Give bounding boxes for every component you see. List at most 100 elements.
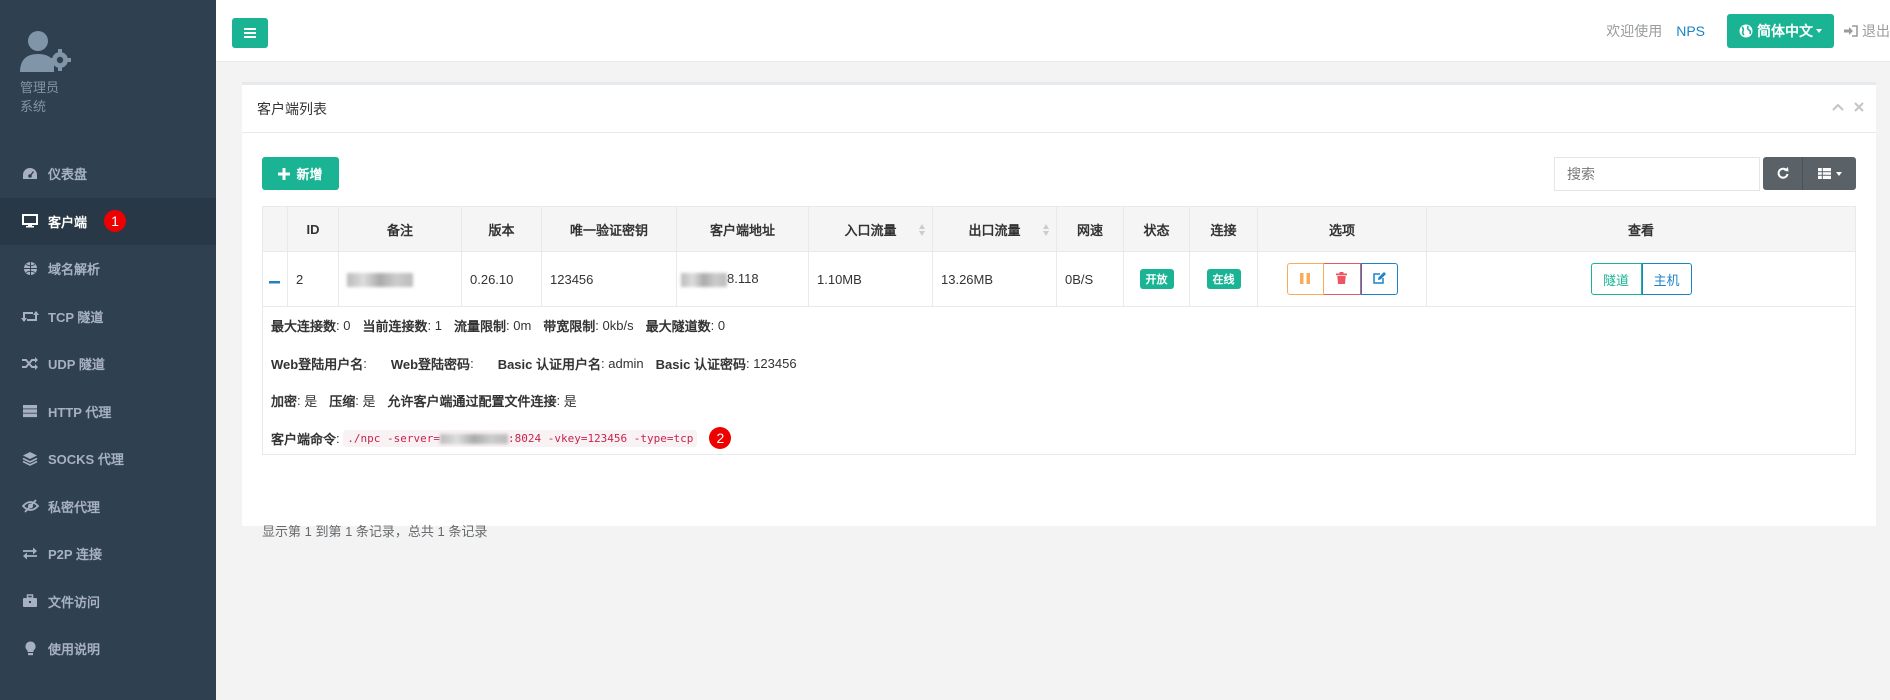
delete-button[interactable] xyxy=(1323,263,1361,295)
globe-icon xyxy=(20,259,40,279)
table-header[interactable]: 唯一验证密钥 xyxy=(541,206,677,252)
cell-out-flow: 13.26MB xyxy=(932,251,1057,307)
view-tunnel-button[interactable]: 隧道 xyxy=(1590,263,1642,295)
table-header-expand xyxy=(262,206,288,252)
client-list-panel: 客户端列表 新增 ID 备注 xyxy=(242,82,1876,539)
table-header-row: ID 备注 版本 唯一验证密钥 客户端地址 入口流量 出口流量 网速 状态 连接… xyxy=(262,206,1856,252)
trash-icon xyxy=(1336,271,1347,287)
sidebar-item-udp[interactable]: UDP 隧道 xyxy=(0,340,216,388)
sidebar-item-file[interactable]: 文件访问 xyxy=(0,578,216,626)
crypt-value: 是 xyxy=(304,394,318,410)
language-dropdown[interactable]: 简体中文 xyxy=(1727,14,1834,48)
table-header[interactable]: 备注 xyxy=(338,206,462,252)
topbar-right: 欢迎使用 NPS 简体中文 退出 xyxy=(1606,14,1890,48)
max-tunnel-value: 0 xyxy=(717,318,726,334)
cell-vkey: 123456 xyxy=(541,251,677,307)
sort-icon xyxy=(919,224,926,236)
pause-button[interactable] xyxy=(1286,263,1324,295)
edit-button[interactable] xyxy=(1360,263,1398,295)
close-icon[interactable] xyxy=(1854,99,1864,115)
redacted-remark xyxy=(347,272,413,287)
caret-down-icon xyxy=(1835,171,1842,176)
panel-header: 客户端列表 xyxy=(242,85,1876,133)
table-header-sortable[interactable]: 出口流量 xyxy=(932,206,1057,252)
rate-limit-value: 0kb/s xyxy=(602,318,634,334)
minus-icon[interactable] xyxy=(269,272,280,287)
edit-icon xyxy=(1372,271,1386,287)
pagination-info: 显示第 1 到第 1 条记录，总共 1 条记录 xyxy=(262,524,488,539)
max-tunnel-label: 最大隧道数 xyxy=(645,319,711,335)
add-client-button[interactable]: 新增 xyxy=(262,157,339,190)
client-command[interactable]: ./npc -server=:8024 -vkey=123456 -type=t… xyxy=(343,429,698,447)
detail-line-command: 客户端命令: ./npc -server=:8024 -vkey=123456 … xyxy=(271,420,1855,458)
cur-conn-label: 当前连接数 xyxy=(362,319,428,335)
view-group: 隧道 主机 xyxy=(1590,263,1692,295)
globe-icon xyxy=(1739,24,1753,38)
redacted-address xyxy=(681,272,727,287)
sidebar-item-socks[interactable]: SOCKS 代理 xyxy=(0,435,216,483)
sidebar-item-tcp[interactable]: TCP 隧道 xyxy=(0,293,216,341)
role-line1: 管理员 xyxy=(20,80,60,95)
sidebar-item-client[interactable]: 客户端 1 xyxy=(0,197,216,245)
cell-in-flow: 1.10MB xyxy=(808,251,933,307)
table-header[interactable]: 客户端地址 xyxy=(676,206,809,252)
table-header[interactable]: 版本 xyxy=(461,206,542,252)
panel-tools xyxy=(1832,99,1864,115)
sidebar-item-dashboard[interactable]: 仪表盘 xyxy=(0,150,216,198)
exchange-icon xyxy=(20,544,40,564)
table-header[interactable]: 状态 xyxy=(1123,206,1190,252)
columns-toggle-button[interactable] xyxy=(1803,157,1856,190)
cell-address: 8.118 xyxy=(676,251,809,307)
layers-icon xyxy=(20,449,40,469)
flow-limit-value: 0m xyxy=(513,318,532,334)
search-input[interactable] xyxy=(1554,157,1760,191)
cell-status: 开放 xyxy=(1123,251,1190,307)
basic-user-label: Basic 认证用户名 xyxy=(497,356,601,372)
sidebar: 管理员 系统 仪表盘 客户端 1 域名解析 TCP 隧道 UDP 隧道 HTTP… xyxy=(0,0,216,700)
flow-limit-label: 流量限制 xyxy=(453,319,506,335)
role-line2: 系统 xyxy=(20,99,47,114)
sidebar-item-help[interactable]: 使用说明 xyxy=(0,625,216,673)
sidebar-item-domain[interactable]: 域名解析 xyxy=(0,245,216,293)
user-settings-icon[interactable] xyxy=(20,30,74,74)
eye-slash-icon xyxy=(20,496,40,516)
table-header[interactable]: 选项 xyxy=(1257,206,1427,252)
refresh-button[interactable] xyxy=(1763,157,1803,190)
status-badge: 开放 xyxy=(1139,269,1174,289)
shuffle-icon xyxy=(20,354,40,374)
sidebar-item-label: 使用说明 xyxy=(48,642,101,658)
address-suffix: 8.118 xyxy=(727,271,759,287)
table-header[interactable]: ID xyxy=(287,206,339,252)
cell-view: 隧道 主机 xyxy=(1426,251,1856,307)
cell-speed: 0B/S xyxy=(1056,251,1124,307)
monitor-icon xyxy=(20,211,40,231)
sidebar-item-label: TCP 隧道 xyxy=(48,309,104,325)
collapse-icon[interactable] xyxy=(1832,99,1844,115)
topbar: 欢迎使用 NPS 简体中文 退出 xyxy=(216,0,1890,62)
retweet-icon xyxy=(20,306,40,326)
sidebar-item-p2p[interactable]: P2P 连接 xyxy=(0,530,216,578)
detail-line-options: 加密: 是 压缩: 是 允许客户端通过配置文件连接: 是 xyxy=(271,393,577,410)
hamburger-icon xyxy=(244,26,256,41)
compress-label: 压缩 xyxy=(329,394,356,410)
table-header[interactable]: 网速 xyxy=(1056,206,1124,252)
sidebar-item-secret[interactable]: 私密代理 xyxy=(0,483,216,531)
language-label: 简体中文 xyxy=(1757,23,1813,39)
options-group xyxy=(1286,263,1398,295)
cur-conn-value: 1 xyxy=(434,318,442,334)
menu-toggle-button[interactable] xyxy=(232,18,268,48)
table-header-sortable[interactable]: 入口流量 xyxy=(808,206,933,252)
logout-link[interactable]: 退出 xyxy=(1844,21,1890,41)
nps-link[interactable]: NPS xyxy=(1676,23,1705,39)
expand-cell[interactable] xyxy=(262,251,288,307)
sidebar-item-label: 仪表盘 xyxy=(48,167,88,183)
view-host-button[interactable]: 主机 xyxy=(1641,263,1692,295)
sort-icon xyxy=(1043,224,1050,236)
sidebar-item-http[interactable]: HTTP 代理 xyxy=(0,388,216,436)
caret-down-icon xyxy=(1816,29,1822,33)
client-detail: 最大连接数: 0 当前连接数: 1 流量限制: 0m 带宽限制: 0kb/s 最… xyxy=(262,307,1856,455)
table-header[interactable]: 查看 xyxy=(1426,206,1856,252)
refresh-icon xyxy=(1776,166,1789,182)
table-header[interactable]: 连接 xyxy=(1189,206,1258,252)
server-icon xyxy=(20,401,40,421)
